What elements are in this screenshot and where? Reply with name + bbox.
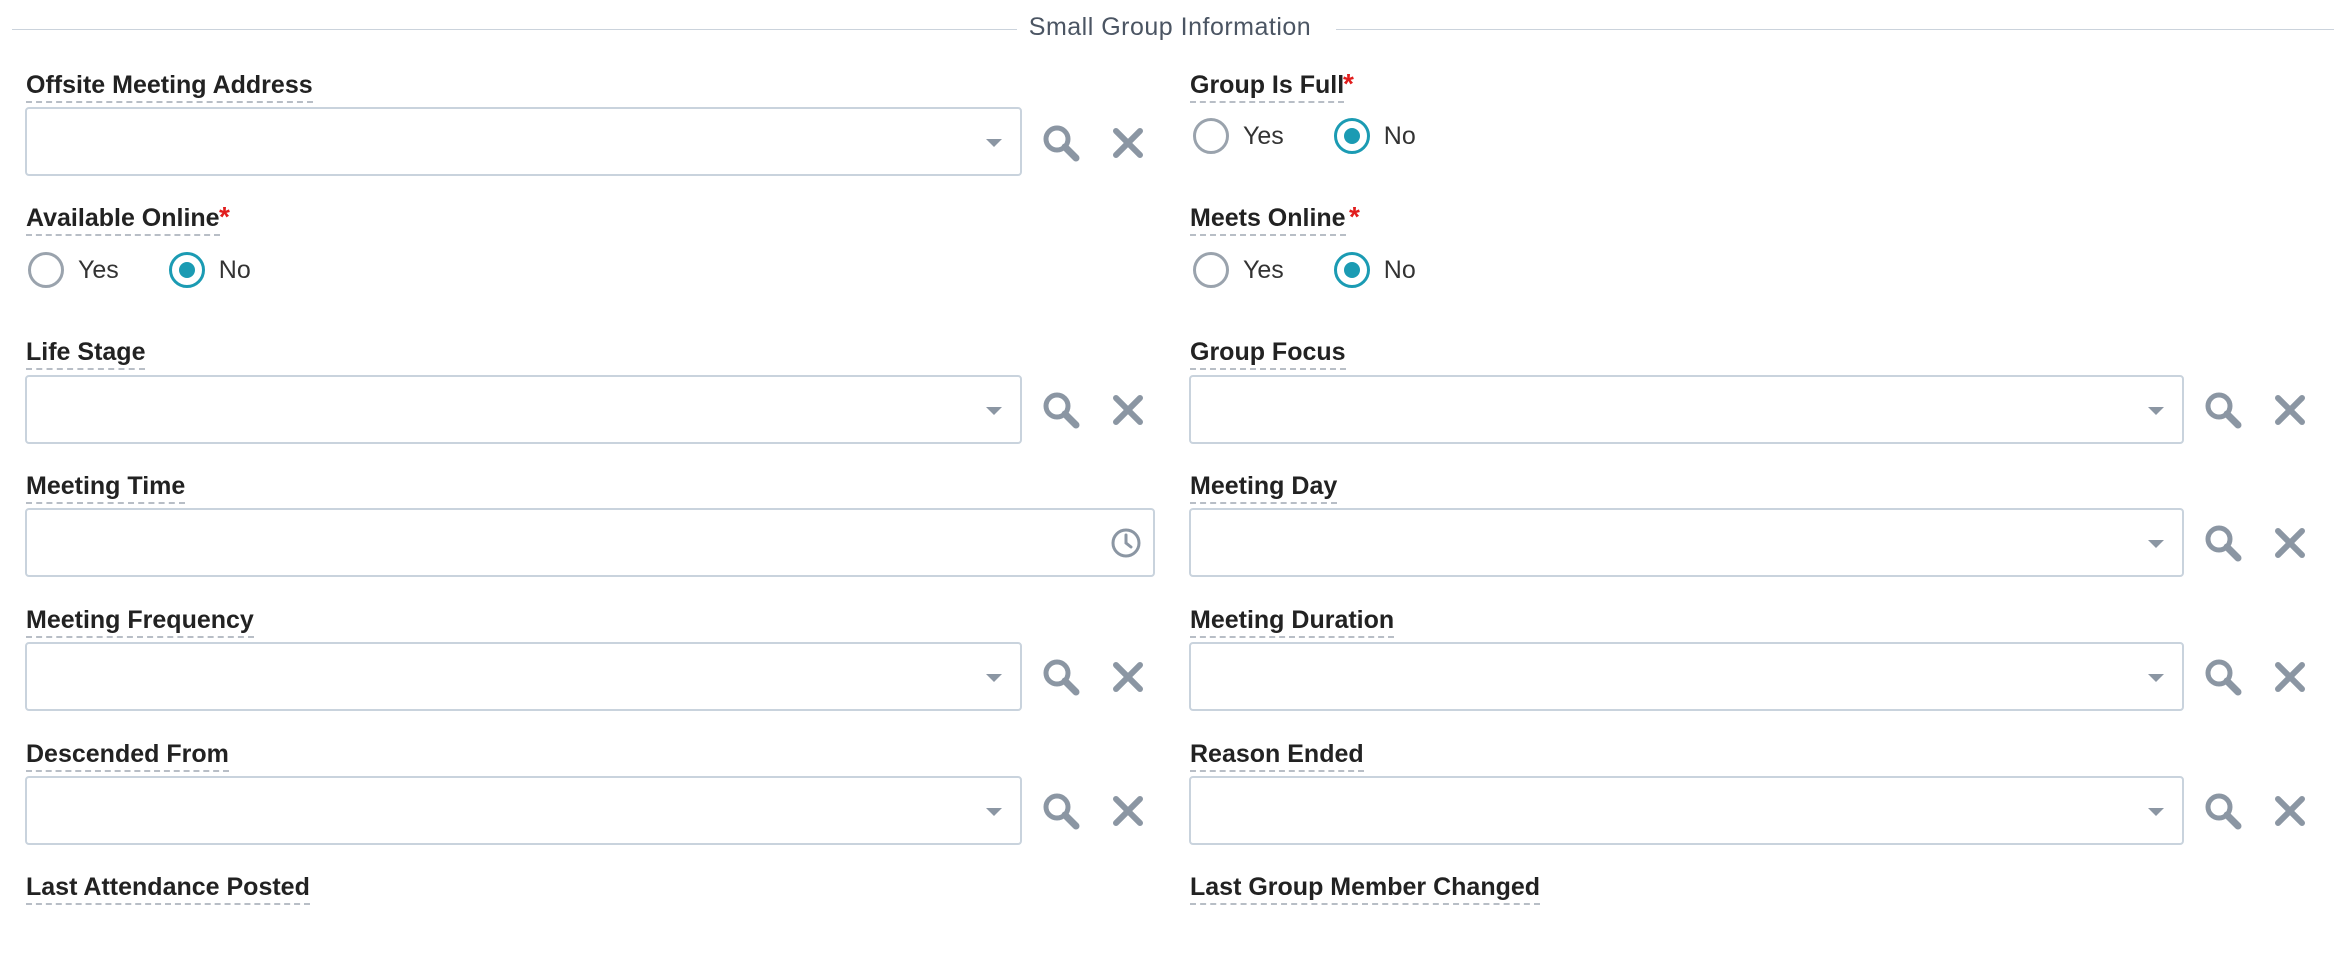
- available-online-radio-group: Yes No: [28, 250, 291, 290]
- radio-checked-icon: [1333, 118, 1370, 154]
- group-is-full-no-radio[interactable]: No: [1333, 118, 1416, 154]
- available-online-no-radio[interactable]: No: [168, 252, 251, 288]
- meets-online-no-radio[interactable]: No: [1333, 252, 1416, 288]
- meets-online-label: Meets Online: [1190, 204, 1346, 236]
- close-icon[interactable]: [1106, 655, 1150, 699]
- meets-online-radio-group: Yes No: [1193, 250, 1456, 290]
- available-online-label: Available Online: [26, 204, 220, 236]
- required-indicator: *: [1343, 68, 1354, 99]
- close-icon[interactable]: [1106, 388, 1150, 432]
- chevron-down-icon: [2148, 540, 2164, 548]
- chevron-down-icon: [986, 407, 1002, 415]
- life-stage-label: Life Stage: [26, 338, 146, 370]
- close-icon[interactable]: [2268, 388, 2312, 432]
- chevron-down-icon: [2148, 808, 2164, 816]
- meeting-time-input[interactable]: [25, 508, 1155, 577]
- meeting-day-label: Meeting Day: [1190, 472, 1338, 504]
- radio-label: Yes: [1243, 121, 1284, 150]
- group-focus-select[interactable]: [1189, 375, 2184, 444]
- search-icon[interactable]: [1039, 388, 1083, 432]
- group-is-full-radio-group: Yes No: [1193, 116, 1456, 156]
- offsite-meeting-address-select[interactable]: [25, 107, 1022, 176]
- offsite-meeting-address-label: Offsite Meeting Address: [26, 71, 313, 103]
- search-icon[interactable]: [1039, 121, 1083, 165]
- close-icon[interactable]: [2268, 789, 2312, 833]
- descended-from-label: Descended From: [26, 740, 229, 772]
- search-icon[interactable]: [2201, 655, 2245, 699]
- clock-icon[interactable]: [1109, 526, 1143, 560]
- chevron-down-icon: [2148, 407, 2164, 415]
- search-icon[interactable]: [2201, 388, 2245, 432]
- radio-label: Yes: [1243, 255, 1284, 284]
- last-attendance-posted-label: Last Attendance Posted: [26, 873, 310, 905]
- group-focus-label: Group Focus: [1190, 338, 1346, 370]
- meets-online-yes-radio[interactable]: Yes: [1193, 252, 1284, 288]
- radio-unchecked-icon: [1193, 118, 1229, 154]
- reason-ended-select[interactable]: [1189, 776, 2184, 845]
- required-indicator: *: [219, 201, 230, 232]
- meeting-day-select[interactable]: [1189, 508, 2184, 577]
- search-icon[interactable]: [2201, 789, 2245, 833]
- section-title: Small Group Information: [1028, 13, 1312, 41]
- available-online-yes-radio[interactable]: Yes: [28, 252, 119, 288]
- required-indicator: *: [1349, 201, 1360, 232]
- radio-label: No: [1383, 255, 1416, 284]
- close-icon[interactable]: [2268, 655, 2312, 699]
- radio-label: Yes: [78, 255, 119, 284]
- search-icon[interactable]: [1039, 655, 1083, 699]
- radio-unchecked-icon: [1193, 252, 1229, 288]
- group-is-full-label: Group Is Full: [1190, 71, 1345, 103]
- meeting-duration-select[interactable]: [1189, 642, 2184, 711]
- chevron-down-icon: [2148, 674, 2164, 682]
- search-icon[interactable]: [1039, 789, 1083, 833]
- radio-unchecked-icon: [28, 252, 64, 288]
- radio-label: No: [1383, 121, 1416, 150]
- radio-checked-icon: [1333, 252, 1370, 288]
- meeting-duration-label: Meeting Duration: [1190, 606, 1395, 638]
- descended-from-select[interactable]: [25, 776, 1022, 845]
- meeting-frequency-label: Meeting Frequency: [26, 606, 254, 638]
- chevron-down-icon: [986, 674, 1002, 682]
- radio-checked-icon: [168, 252, 205, 288]
- group-is-full-yes-radio[interactable]: Yes: [1193, 118, 1284, 154]
- close-icon[interactable]: [1106, 121, 1150, 165]
- close-icon[interactable]: [2268, 521, 2312, 565]
- search-icon[interactable]: [2201, 521, 2245, 565]
- chevron-down-icon: [986, 139, 1002, 147]
- chevron-down-icon: [986, 808, 1002, 816]
- meeting-time-label: Meeting Time: [26, 472, 186, 504]
- reason-ended-label: Reason Ended: [1190, 740, 1364, 772]
- section-divider-right: [1336, 29, 2334, 30]
- radio-label: No: [218, 255, 251, 284]
- life-stage-select[interactable]: [25, 375, 1022, 444]
- section-divider-left: [12, 29, 1017, 30]
- last-group-member-changed-label: Last Group Member Changed: [1190, 873, 1541, 905]
- meeting-frequency-select[interactable]: [25, 642, 1022, 711]
- close-icon[interactable]: [1106, 789, 1150, 833]
